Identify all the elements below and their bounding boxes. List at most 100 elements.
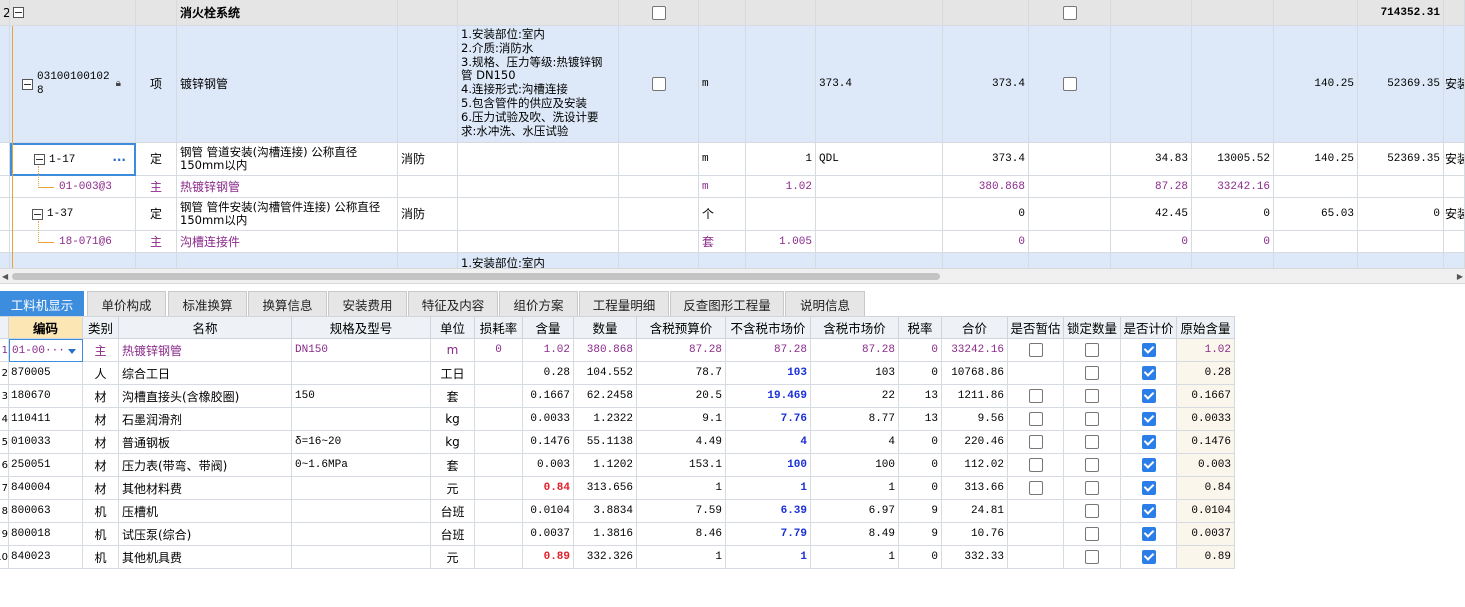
resource-category[interactable]: 机	[83, 546, 119, 569]
market-price-incl-tax[interactable]: 1	[811, 477, 899, 500]
market-price-excl-tax[interactable]: 103	[726, 362, 811, 385]
market-price-incl-tax[interactable]: 8.77	[811, 408, 899, 431]
column-header-tax-rate[interactable]: 税率	[899, 316, 942, 339]
loss-rate[interactable]	[475, 500, 523, 523]
tab-graphic-quantity[interactable]: 反查图形工程量	[670, 291, 784, 316]
checkbox[interactable]	[1085, 481, 1099, 495]
resource-unit[interactable]: 元	[431, 546, 475, 569]
total-price[interactable]: 1211.86	[942, 385, 1008, 408]
tax-rate[interactable]: 13	[899, 385, 942, 408]
resource-name[interactable]: 压槽机	[119, 500, 292, 523]
resource-row[interactable]: 3 180670 材沟槽直接头(含橡胶圈) 150 套 0.1667 62.2458 20.5…	[0, 385, 1236, 408]
content-value[interactable]: 0.0037	[523, 523, 574, 546]
resource-spec[interactable]	[292, 546, 431, 569]
column-header-quantity-value[interactable]: 数量	[574, 316, 637, 339]
original-content[interactable]: 0.84	[1177, 477, 1235, 500]
resource-code[interactable]: 180670	[9, 385, 83, 408]
checkbox[interactable]	[1141, 527, 1156, 541]
checkbox[interactable]	[1028, 412, 1043, 426]
resource-spec[interactable]: 0~1.6MPa	[292, 454, 431, 477]
resource-code[interactable]: 800063	[9, 500, 83, 523]
checkbox[interactable]	[1141, 389, 1156, 403]
quota-row[interactable]: 1-37 定 钢管 管件安装(沟槽管件连接) 公称直径150mm以内 消防 个 …	[0, 198, 1465, 231]
content-value[interactable]: 0.28	[523, 362, 574, 385]
resource-category[interactable]: 材	[83, 385, 119, 408]
market-price-incl-tax[interactable]: 87.28	[811, 339, 899, 362]
original-content[interactable]: 1.02	[1177, 339, 1235, 362]
tab-notes[interactable]: 说明信息	[785, 291, 865, 316]
resource-code[interactable]: 840023	[9, 546, 83, 569]
checkbox[interactable]	[1141, 481, 1156, 495]
total-price[interactable]: 220.46	[942, 431, 1008, 454]
tab-pricing-scheme[interactable]: 组价方案	[499, 291, 578, 316]
original-content[interactable]: 0.0033	[1177, 408, 1235, 431]
resource-category[interactable]: 人	[83, 362, 119, 385]
market-price-incl-tax[interactable]: 6.97	[811, 500, 899, 523]
checkbox[interactable]	[1028, 389, 1043, 403]
resource-category[interactable]: 机	[83, 500, 119, 523]
budget-price[interactable]: 4.49	[637, 431, 726, 454]
checkbox[interactable]	[651, 5, 666, 20]
original-content[interactable]: 0.003	[1177, 454, 1235, 477]
column-header-market-price-incl-tax[interactable]: 含税市场价	[811, 316, 899, 339]
checkbox[interactable]	[1062, 77, 1077, 91]
checkbox[interactable]	[1085, 435, 1099, 449]
loss-rate[interactable]	[475, 408, 523, 431]
loss-rate[interactable]	[475, 362, 523, 385]
tax-rate[interactable]: 9	[899, 523, 942, 546]
item-features[interactable]: 1.安装部位:室内 2.介质:消防水 3.规格、压力等级:热镀锌钢 管 DN15…	[458, 26, 619, 143]
quantity-value[interactable]: 55.1138	[574, 431, 637, 454]
market-price-incl-tax[interactable]: 100	[811, 454, 899, 477]
total-price[interactable]: 9.56	[942, 408, 1008, 431]
resource-code[interactable]: 250051	[9, 454, 83, 477]
loss-rate[interactable]	[475, 431, 523, 454]
resource-spec[interactable]	[292, 408, 431, 431]
checkbox[interactable]	[1085, 550, 1099, 564]
loss-rate[interactable]: 0	[475, 339, 523, 362]
checkbox[interactable]	[1085, 504, 1099, 518]
column-header-content-value[interactable]: 含量	[523, 316, 574, 339]
tax-rate[interactable]: 0	[899, 546, 942, 569]
resource-row[interactable]: 9 800018 机试压泵(综合) 台班 0.0037 1.3816 8.46 7.79 8.4…	[0, 523, 1236, 546]
checkbox[interactable]	[1141, 435, 1156, 449]
resource-spec[interactable]	[292, 362, 431, 385]
resource-spec[interactable]	[292, 500, 431, 523]
quantity-value[interactable]: 3.8834	[574, 500, 637, 523]
dropdown-arrow-icon[interactable]	[68, 349, 76, 354]
resource-category[interactable]: 材	[83, 408, 119, 431]
budget-price[interactable]: 9.1	[637, 408, 726, 431]
market-price-excl-tax[interactable]: 7.79	[726, 523, 811, 546]
resource-unit[interactable]: kg	[431, 408, 475, 431]
column-header-original-content[interactable]: 原始含量	[1177, 316, 1235, 339]
column-header-provisional-checkbox[interactable]: 是否暂估	[1008, 316, 1064, 339]
column-header-market-price-excl-tax[interactable]: 不含税市场价	[726, 316, 811, 339]
checkbox[interactable]	[651, 77, 666, 91]
checkbox[interactable]	[1141, 458, 1156, 472]
quantity-value[interactable]: 1.2322	[574, 408, 637, 431]
loss-rate[interactable]	[475, 477, 523, 500]
budget-price[interactable]: 8.46	[637, 523, 726, 546]
market-price-excl-tax[interactable]: 4	[726, 431, 811, 454]
column-header-resource-category[interactable]: 类别	[83, 316, 119, 339]
checkbox[interactable]	[1085, 343, 1099, 357]
resource-code[interactable]: 110411	[9, 408, 83, 431]
total-price[interactable]: 313.66	[942, 477, 1008, 500]
market-price-excl-tax[interactable]: 100	[726, 454, 811, 477]
market-price-incl-tax[interactable]: 4	[811, 431, 899, 454]
checkbox[interactable]	[1028, 435, 1043, 449]
selected-code-cell[interactable]: 1-17 ···	[10, 143, 136, 176]
total-price[interactable]: 24.81	[942, 500, 1008, 523]
resource-code[interactable]: 840004	[9, 477, 83, 500]
resource-spec[interactable]: DN150	[292, 339, 431, 362]
checkbox[interactable]	[1141, 366, 1156, 380]
checkbox[interactable]	[1085, 366, 1099, 380]
budget-price[interactable]: 78.7	[637, 362, 726, 385]
resource-category[interactable]: 机	[83, 523, 119, 546]
checkbox[interactable]	[1062, 5, 1077, 20]
checkbox[interactable]	[1028, 343, 1043, 357]
original-content[interactable]: 0.1476	[1177, 431, 1235, 454]
resource-spec[interactable]: 150	[292, 385, 431, 408]
market-price-incl-tax[interactable]: 8.49	[811, 523, 899, 546]
horizontal-scrollbar[interactable]: ◀ ▶	[0, 268, 1465, 284]
bill-item-row[interactable]: 03100100102 8 🔒︎ 项 镀锌钢管 1.安装部位:室内 2.介质:消…	[0, 26, 1465, 143]
